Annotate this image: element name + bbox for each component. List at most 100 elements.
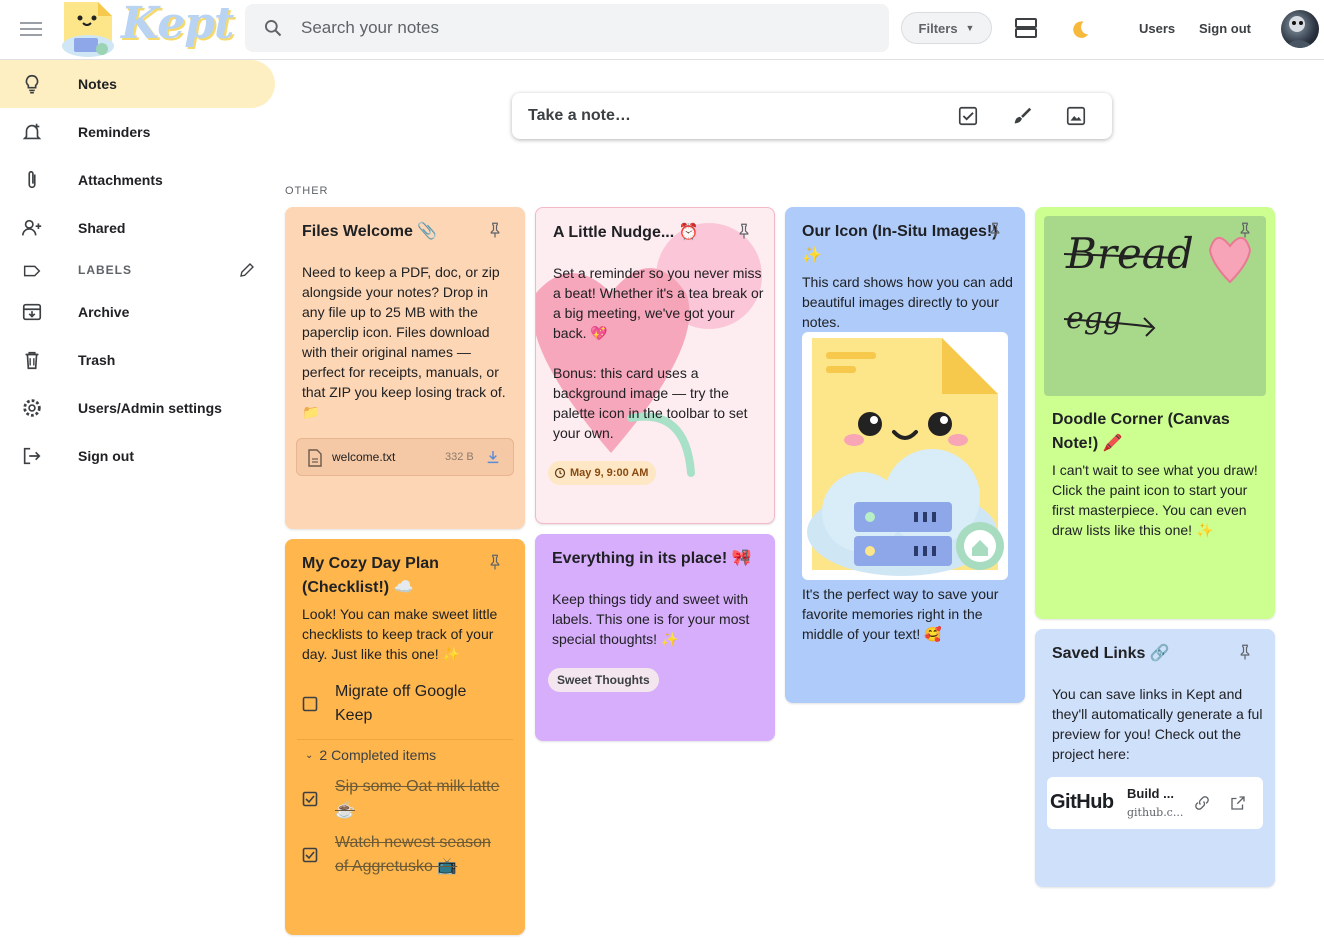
- sign-out-link[interactable]: Sign out: [1199, 21, 1251, 36]
- note-card-our-icon[interactable]: Our Icon (In-Situ Images!) ✨ This card s…: [785, 207, 1025, 703]
- main-menu-button[interactable]: [20, 18, 42, 40]
- archive-icon: [22, 303, 42, 321]
- copy-link-icon[interactable]: [1193, 794, 1211, 812]
- sidebar-item-label: Archive: [78, 304, 130, 320]
- note-body: Keep things tidy and sweet with labels. …: [552, 591, 750, 647]
- note-body: I can't wait to see what you draw! Click…: [1052, 462, 1258, 538]
- filters-button[interactable]: Filters ▼: [901, 12, 992, 44]
- sidebar-item-label: Attachments: [78, 172, 163, 188]
- file-icon: [308, 449, 322, 467]
- note-card-cozy-day-plan[interactable]: My Cozy Day Plan (Checklist!) ☁️ Look! Y…: [285, 539, 525, 935]
- drawing-word-egg: egg: [1066, 301, 1122, 336]
- sidebar-item-archive[interactable]: Archive: [0, 288, 280, 336]
- note-card-doodle-corner[interactable]: Bread egg Doodle Corner (Canvas Note!) 🖍…: [1035, 207, 1275, 619]
- checkbox-unchecked-icon[interactable]: [302, 696, 318, 712]
- note-title: Our Icon (In-Situ Images!) ✨: [802, 223, 998, 264]
- pin-icon[interactable]: [486, 553, 504, 571]
- label-chip-sweet-thoughts[interactable]: Sweet Thoughts: [548, 668, 659, 692]
- bell-plus-icon: [22, 123, 42, 140]
- dark-mode-icon[interactable]: [1068, 18, 1090, 40]
- pin-icon[interactable]: [986, 221, 1004, 239]
- sidebar-item-shared[interactable]: Shared: [0, 204, 280, 252]
- link-preview-card[interactable]: GitHub Build ... github.c...: [1047, 777, 1263, 829]
- attachment-size: 332 B: [445, 451, 474, 463]
- reminder-time: May 9, 9:00 AM: [570, 467, 649, 479]
- sidebar-item-label: Users/Admin settings: [78, 400, 222, 416]
- note-title: Files Welcome 📎: [302, 223, 438, 240]
- link-preview-domain: github.c...: [1127, 806, 1184, 819]
- note-card-files-welcome[interactable]: Files Welcome 📎 Need to keep a PDF, doc,…: [285, 207, 525, 529]
- checklist-item-text: Migrate off Google Keep: [335, 683, 467, 724]
- attachment-welcome-txt[interactable]: welcome.txt 332 B: [296, 438, 514, 476]
- search-bar[interactable]: [245, 4, 889, 52]
- sidebar-item-trash[interactable]: Trash: [0, 336, 280, 384]
- note-body: You can save links in Kept and they'll a…: [1052, 686, 1263, 762]
- checklist-item-text: Watch newest season of Aggretusko 📺: [335, 834, 491, 875]
- link-preview-brand: GitHub: [1050, 791, 1114, 813]
- users-link[interactable]: Users: [1139, 21, 1175, 36]
- open-external-icon[interactable]: [1229, 794, 1247, 812]
- checkbox-checked-icon[interactable]: [302, 847, 318, 863]
- note-title: Saved Links 🔗: [1052, 645, 1170, 662]
- chevron-down-icon: ⌄: [305, 749, 314, 761]
- gear-icon: [23, 399, 41, 417]
- attachment-name: welcome.txt: [332, 450, 396, 464]
- download-icon[interactable]: [485, 449, 501, 465]
- labels-header: LABELS: [0, 252, 280, 288]
- sidebar-item-admin-settings[interactable]: Users/Admin settings: [0, 384, 280, 432]
- paperclip-icon: [28, 170, 36, 189]
- completed-items-label: 2 Completed items: [319, 747, 437, 763]
- edit-labels-pencil-icon[interactable]: [238, 261, 256, 279]
- top-bar: Kept Filters ▼ Users Sign out: [0, 0, 1324, 60]
- canvas-drawing-image: Bread egg: [1044, 216, 1266, 396]
- sidebar-item-label: Shared: [78, 220, 126, 236]
- note-card-everything-in-place[interactable]: Everything in its place! 🎀 Keep things t…: [535, 534, 775, 741]
- note-body: This card shows how you can add beautifu…: [802, 274, 1013, 330]
- checklist-divider: [297, 739, 513, 740]
- take-note-composer[interactable]: [512, 93, 1112, 139]
- avatar-photo-icon: [1285, 16, 1315, 48]
- note-title: A Little Nudge... ⏰: [553, 224, 699, 241]
- note-body: Look! You can make sweet little checklis…: [302, 606, 498, 662]
- search-input[interactable]: [301, 12, 861, 44]
- checklist-item-text: Sip some Oat milk latte ☕: [335, 778, 500, 819]
- paintbrush-icon[interactable]: [1011, 105, 1033, 127]
- note-card-little-nudge[interactable]: A Little Nudge... ⏰ Set a reminder so yo…: [535, 207, 775, 524]
- avatar[interactable]: [1281, 10, 1319, 48]
- logo-text: Kept: [121, 0, 234, 49]
- pin-icon[interactable]: [1236, 221, 1254, 239]
- label-tag-icon: [23, 265, 41, 277]
- logo-mascot-icon: [62, 2, 114, 57]
- sidebar-item-sign-out[interactable]: Sign out: [0, 432, 280, 480]
- inline-kept-mascot-image: [802, 332, 1008, 580]
- pin-icon[interactable]: [486, 221, 504, 239]
- sidebar-item-notes[interactable]: Notes: [0, 60, 275, 108]
- drawing-word-bread: Bread: [1065, 229, 1194, 278]
- clock-icon: [554, 467, 566, 479]
- app-logo[interactable]: Kept: [58, 0, 234, 58]
- logout-icon: [23, 447, 41, 465]
- reminder-chip[interactable]: May 9, 9:00 AM: [548, 461, 657, 485]
- note-card-saved-links[interactable]: Saved Links 🔗 You can save links in Kept…: [1035, 629, 1275, 887]
- pin-icon[interactable]: [1236, 643, 1254, 661]
- sidebar-item-label: Trash: [78, 352, 116, 368]
- note-body-bonus: Bonus: this card uses a background image…: [553, 365, 748, 441]
- section-label-other: OTHER: [285, 185, 329, 197]
- sidebar-item-attachments[interactable]: Attachments: [0, 156, 280, 204]
- image-icon[interactable]: [1065, 105, 1087, 127]
- sidebar-item-label: Reminders: [78, 124, 151, 140]
- sidebar-item-reminders[interactable]: Reminders: [0, 108, 280, 156]
- pin-icon[interactable]: [735, 222, 753, 240]
- list-view-icon[interactable]: [1014, 17, 1038, 39]
- search-icon[interactable]: [263, 18, 283, 38]
- checkbox-checked-icon[interactable]: [302, 791, 318, 807]
- sidebar-item-label: Sign out: [78, 448, 134, 464]
- sidebar-item-label: Notes: [78, 76, 117, 92]
- lightbulb-icon: [25, 74, 39, 94]
- completed-items-toggle[interactable]: ⌄ 2 Completed items: [305, 747, 436, 763]
- take-note-input[interactable]: [528, 107, 928, 125]
- note-title: Everything in its place! 🎀: [552, 550, 752, 567]
- checkbox-list-icon[interactable]: [957, 105, 979, 127]
- pin-icon[interactable]: [736, 548, 754, 566]
- note-body-after-image: It's the perfect way to save your favori…: [802, 586, 999, 642]
